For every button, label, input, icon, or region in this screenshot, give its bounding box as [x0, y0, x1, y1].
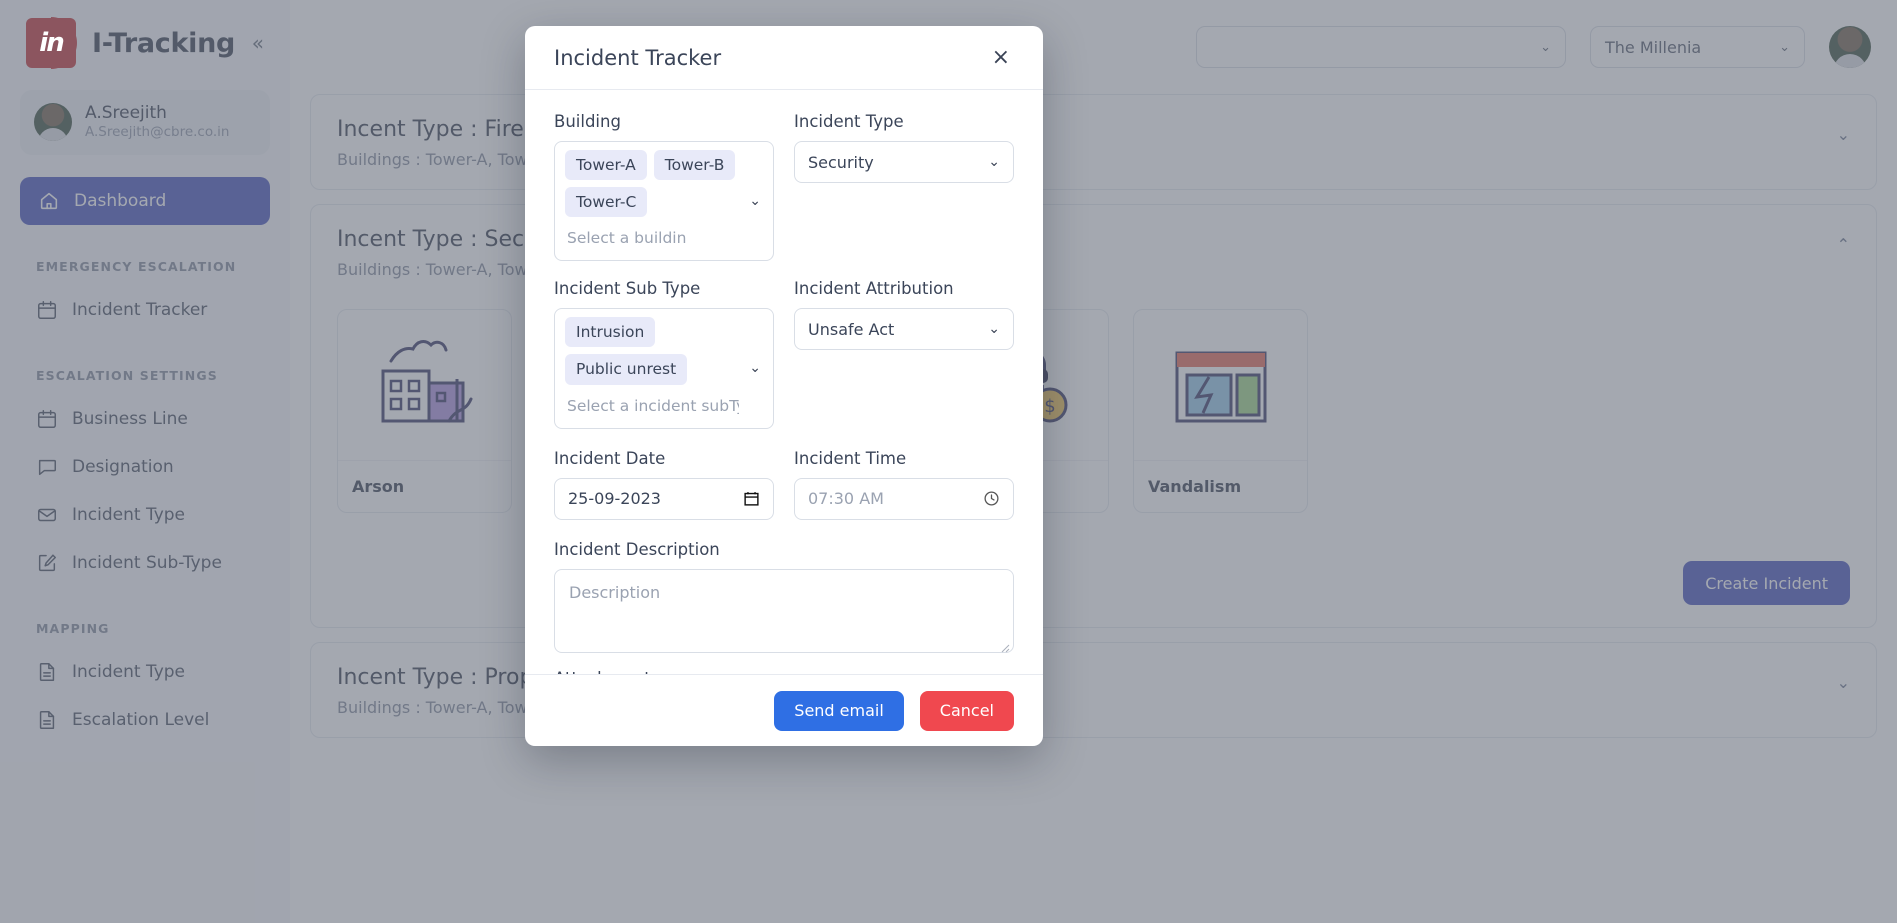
incident-description-textarea[interactable] [554, 568, 1014, 653]
modal-header: Incident Tracker × [525, 26, 1043, 90]
field-label: Incident Sub Type [554, 279, 701, 299]
calendar-picker-icon[interactable] [743, 490, 760, 507]
form-row-date-time: Incident Date 25-09-2023 Incident Time 0… [554, 449, 1014, 526]
sub-type-chip[interactable]: Intrusion [565, 317, 656, 348]
building-multiselect[interactable]: Tower-A Tower-B Tower-C Select a buildin… [554, 141, 774, 262]
chevron-down-icon: ⌄ [988, 321, 1000, 338]
building-placeholder: Select a buildin [567, 229, 687, 248]
incident-attribution-value: Unsafe Act [808, 319, 895, 339]
field-label: Building [554, 112, 621, 131]
incident-type-select[interactable]: Security ⌄ [794, 141, 1014, 183]
cancel-button[interactable]: Cancel [919, 690, 1014, 731]
incident-time-input[interactable]: 07:30 AM [794, 477, 1014, 520]
close-icon[interactable]: × [988, 43, 1014, 73]
chevron-down-icon[interactable]: ⌄ [749, 193, 761, 209]
incident-date-value: 25-09-2023 [568, 489, 661, 509]
field-incident-type: Incident Type Security ⌄ [794, 112, 1014, 261]
sub-type-chip[interactable]: Public unrest [565, 354, 688, 385]
send-email-button[interactable]: Send email [774, 690, 904, 731]
field-label: Incident Date [554, 448, 666, 468]
building-chip[interactable]: Tower-B [653, 150, 736, 181]
chevron-down-icon[interactable]: ⌄ [749, 360, 761, 376]
field-label: Incident Time [794, 448, 907, 468]
building-chip[interactable]: Tower-A [565, 150, 647, 181]
incident-type-value: Security [808, 152, 874, 172]
building-chip[interactable]: Tower-C [565, 187, 648, 218]
incident-time-value: 07:30 AM [808, 489, 884, 509]
clock-picker-icon[interactable] [983, 490, 1000, 507]
incident-tracker-modal: Incident Tracker × Building Tower-A Towe… [525, 26, 1043, 746]
modal-body: Building Tower-A Tower-B Tower-C Select … [525, 90, 1043, 674]
field-incident-sub-type: Incident Sub Type Intrusion Public unres… [554, 279, 774, 429]
logo-glyph: in [39, 28, 64, 58]
form-row-building-type: Building Tower-A Tower-B Tower-C Select … [554, 112, 1014, 267]
field-incident-date: Incident Date 25-09-2023 [554, 449, 774, 520]
field-incident-description: Incident Description [554, 540, 1014, 657]
modal-title: Incident Tracker [554, 45, 722, 70]
field-building: Building Tower-A Tower-B Tower-C Select … [554, 112, 774, 262]
incident-attribution-select[interactable]: Unsafe Act ⌄ [794, 308, 1014, 351]
app-root: in I-Tracking « A.Sreejith A.Sreejith@cb… [0, 0, 1897, 923]
chevron-down-icon: ⌄ [988, 154, 1000, 170]
field-incident-attribution: Incident Attribution Unsafe Act ⌄ [794, 279, 1014, 428]
form-row-subtype-attribution: Incident Sub Type Intrusion Public unres… [554, 279, 1014, 434]
field-label: Incident Description [554, 539, 720, 559]
modal-footer: Send email Cancel [525, 674, 1043, 746]
incident-date-input[interactable]: 25-09-2023 [554, 477, 774, 520]
sub-type-placeholder: Select a incident subType [567, 396, 739, 415]
incident-sub-type-multiselect[interactable]: Intrusion Public unrest Select a inciden… [554, 308, 774, 429]
field-label: Incident Type [794, 112, 904, 131]
field-label: Incident Attribution [794, 279, 954, 299]
field-incident-time: Incident Time 07:30 AM [794, 449, 1014, 520]
